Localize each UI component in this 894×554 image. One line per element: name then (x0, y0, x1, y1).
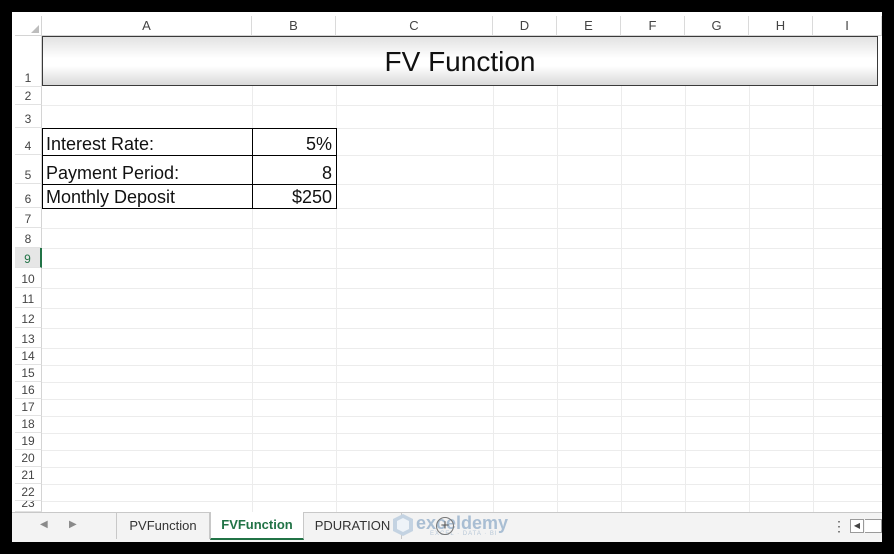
column-header-d[interactable]: D (493, 16, 557, 36)
gridline (813, 36, 814, 516)
column-header-g[interactable]: G (685, 16, 749, 36)
gridline (42, 501, 882, 502)
gridline (42, 365, 882, 366)
column-header-f[interactable]: F (621, 16, 685, 36)
sheet-tab-bar: ◀ ▶ PVFunction FVFunction PDURATION exce… (12, 512, 882, 542)
column-header-e[interactable]: E (557, 16, 621, 36)
cell-a5-payment-period-label[interactable]: Payment Period: (42, 155, 253, 185)
gridline (557, 36, 558, 516)
triangle-right-icon[interactable]: ▶ (69, 519, 77, 530)
row-header-2[interactable]: 2 (15, 87, 42, 105)
triangle-left-icon[interactable]: ◀ (40, 519, 48, 530)
tab-pduration[interactable]: PDURATION (304, 513, 402, 539)
row-header-12[interactable]: 12 (15, 308, 42, 328)
row-header-1[interactable]: 1 (15, 36, 42, 87)
horizontal-scrollbar[interactable] (865, 519, 882, 533)
column-header-b[interactable]: B (252, 16, 336, 36)
gridline (42, 328, 882, 329)
gridline (42, 484, 882, 485)
column-header-c[interactable]: C (336, 16, 493, 36)
row-header-7[interactable]: 7 (15, 208, 42, 228)
gridline (685, 36, 686, 516)
row-header-10[interactable]: 10 (15, 268, 42, 288)
column-header-a[interactable]: A (42, 16, 252, 36)
cell-b4-interest-rate-value[interactable]: 5% (252, 128, 337, 156)
exceldemy-logo-icon (393, 514, 413, 536)
cell-a4-interest-rate-label[interactable]: Interest Rate: (42, 128, 253, 156)
column-header-i[interactable]: I (813, 16, 882, 36)
row-header-8[interactable]: 8 (15, 228, 42, 248)
gridline (493, 36, 494, 516)
gridline (42, 288, 882, 289)
triangle-left-icon: ◀ (853, 521, 861, 530)
cell-b6-monthly-deposit-value[interactable]: $250 (252, 184, 337, 209)
gridline (621, 36, 622, 516)
row-header-21[interactable]: 21 (15, 467, 42, 484)
row-header-13[interactable]: 13 (15, 328, 42, 348)
row-header-9[interactable]: 9 (15, 248, 42, 268)
column-header-h[interactable]: H (749, 16, 813, 36)
row-header-23[interactable]: 23 (15, 501, 42, 512)
exceldemy-watermark: exceldemy EXCEL · DATA · BI (390, 511, 530, 539)
gridline (42, 268, 882, 269)
row-header-14[interactable]: 14 (15, 348, 42, 365)
gridline (42, 450, 882, 451)
gridline (42, 228, 882, 229)
gridline (42, 399, 882, 400)
row-header-3[interactable]: 3 (15, 105, 42, 128)
row-header-19[interactable]: 19 (15, 433, 42, 450)
scroll-left-button[interactable]: ◀ (850, 519, 864, 533)
select-all-corner[interactable] (15, 16, 42, 36)
cell-a6-monthly-deposit-label[interactable]: Monthly Deposit (42, 184, 253, 209)
row-header-6[interactable]: 6 (15, 184, 42, 208)
title-cell[interactable]: FV Function (42, 36, 878, 86)
tab-fvfunction[interactable]: FVFunction (210, 512, 304, 540)
row-header-22[interactable]: 22 (15, 484, 42, 501)
gridline (42, 105, 882, 106)
gridline (42, 467, 882, 468)
gridline (42, 416, 882, 417)
gridline (336, 36, 337, 516)
gridline (252, 36, 253, 516)
gridline (42, 308, 882, 309)
gridline (749, 36, 750, 516)
cell-b5-payment-period-value[interactable]: 8 (252, 155, 337, 185)
row-header-16[interactable]: 16 (15, 382, 42, 399)
gridline (42, 348, 882, 349)
row-header-5[interactable]: 5 (15, 155, 42, 184)
row-header-11[interactable]: 11 (15, 288, 42, 308)
spreadsheet-window: A B C D E F G H I 1 2 3 4 5 6 7 8 9 10 1… (12, 12, 882, 542)
gridline (42, 248, 882, 249)
row-header-15[interactable]: 15 (15, 365, 42, 382)
gridline (42, 382, 882, 383)
row-header-18[interactable]: 18 (15, 416, 42, 433)
add-sheet-button[interactable]: + (436, 517, 454, 535)
vertical-ellipsis-icon[interactable]: ⋮ (832, 518, 846, 535)
row-header-17[interactable]: 17 (15, 399, 42, 416)
row-header-20[interactable]: 20 (15, 450, 42, 467)
row-header-4[interactable]: 4 (15, 128, 42, 155)
tab-pvfunction[interactable]: PVFunction (116, 513, 210, 539)
gridline (42, 433, 882, 434)
